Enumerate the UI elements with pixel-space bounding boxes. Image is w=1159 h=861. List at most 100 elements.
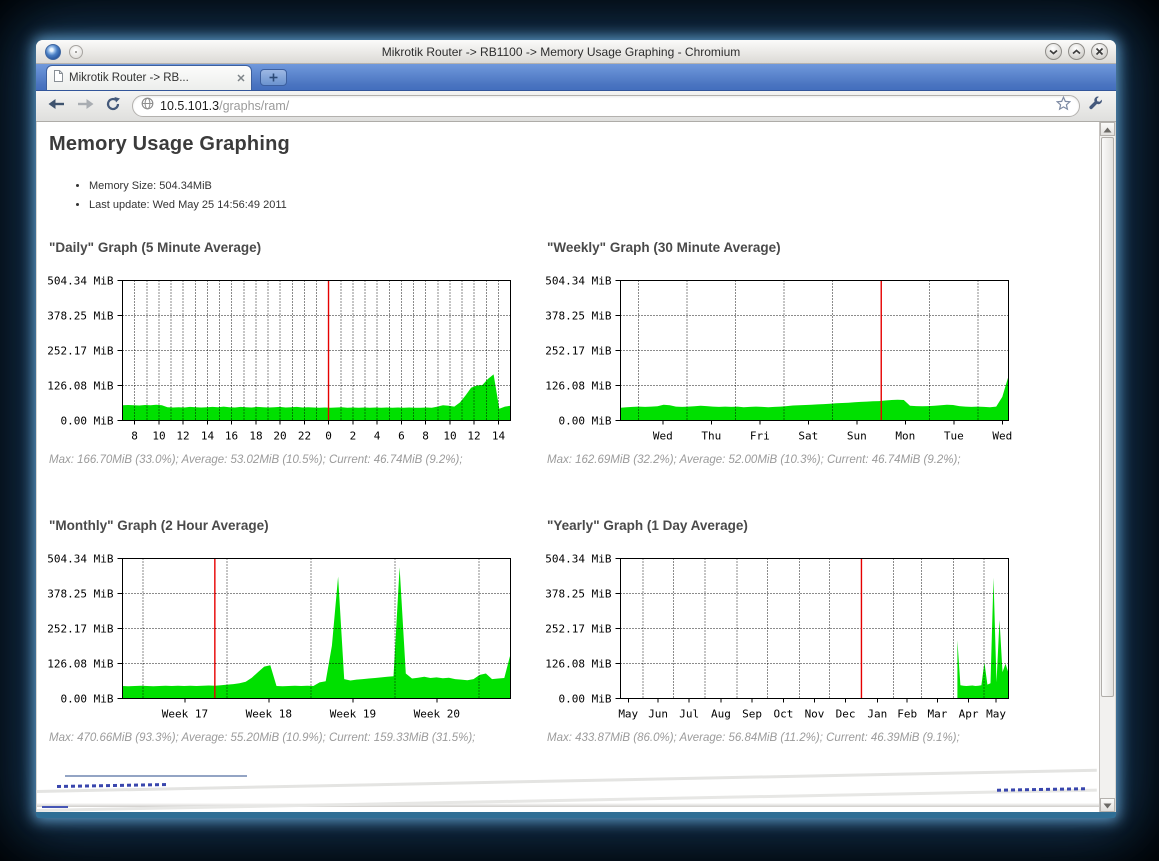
chevron-down-icon <box>1048 48 1059 56</box>
tab-close-icon[interactable] <box>237 69 245 87</box>
yearly-graph-title: "Yearly" Graph (1 Day Average) <box>547 518 748 533</box>
yearly-graph-plot: 504.34 MiB378.25 MiB252.17 MiB126.08 MiB… <box>538 546 1038 734</box>
svg-text:252.17 MiB: 252.17 MiB <box>47 623 114 636</box>
svg-text:14: 14 <box>201 430 215 443</box>
svg-text:126.08 MiB: 126.08 MiB <box>545 380 612 393</box>
render-artifact <box>65 775 247 777</box>
desktop: Mikrotik Router -> RB1100 -> Memory Usag… <box>0 0 1159 861</box>
weekly-graph-stats: Max: 162.69MiB (32.2%); Average: 52.00Mi… <box>547 454 961 466</box>
weekly-graph-title: "Weekly" Graph (30 Minute Average) <box>547 240 781 255</box>
new-tab-button[interactable] <box>260 69 287 86</box>
svg-text:2: 2 <box>350 430 357 443</box>
svg-text:Week 20: Week 20 <box>414 708 460 721</box>
arrow-down-icon <box>1103 796 1112 814</box>
globe-icon <box>141 97 154 115</box>
svg-text:126.08 MiB: 126.08 MiB <box>47 658 114 671</box>
window-menu-button[interactable] <box>69 45 83 59</box>
svg-text:Sun: Sun <box>847 430 867 443</box>
navigation-toolbar: 10.5.101.3/graphs/ram/ <box>36 91 1116 122</box>
page-title: Memory Usage Graphing <box>49 133 290 156</box>
svg-text:Week 18: Week 18 <box>246 708 292 721</box>
daily-graph-section: "Daily" Graph (5 Minute Average) 504.34 … <box>49 240 554 495</box>
title-bar[interactable]: Mikrotik Router -> RB1100 -> Memory Usag… <box>36 40 1116 64</box>
forward-button[interactable] <box>72 94 98 118</box>
vertical-scrollbar[interactable] <box>1099 122 1115 812</box>
minimize-button[interactable] <box>1045 43 1062 60</box>
svg-text:Tue: Tue <box>944 430 964 443</box>
svg-text:0: 0 <box>325 430 332 443</box>
url-text[interactable]: 10.5.101.3/graphs/ram/ <box>160 99 1056 113</box>
chromium-logo-icon <box>45 44 61 60</box>
render-artifact <box>37 789 1097 812</box>
reload-icon <box>105 96 121 117</box>
svg-text:Week 19: Week 19 <box>330 708 376 721</box>
tab-mikrotik[interactable]: Mikrotik Router -> RB... <box>46 65 252 90</box>
svg-text:504.34 MiB: 504.34 MiB <box>545 275 612 288</box>
svg-text:Fri: Fri <box>750 430 770 443</box>
scroll-up-button[interactable] <box>1100 122 1115 136</box>
daily-graph-title: "Daily" Graph (5 Minute Average) <box>49 240 261 255</box>
wrench-menu-button[interactable] <box>1082 94 1108 118</box>
svg-text:378.25 MiB: 378.25 MiB <box>47 310 114 323</box>
svg-text:126.08 MiB: 126.08 MiB <box>545 658 612 671</box>
svg-text:Jun: Jun <box>648 708 668 721</box>
svg-text:378.25 MiB: 378.25 MiB <box>545 588 612 601</box>
tab-title: Mikrotik Router -> RB... <box>69 72 232 84</box>
svg-text:0.00 MiB: 0.00 MiB <box>61 415 114 428</box>
svg-text:10: 10 <box>152 430 165 443</box>
svg-text:Sep: Sep <box>742 708 762 721</box>
svg-text:0.00 MiB: 0.00 MiB <box>559 415 612 428</box>
svg-text:4: 4 <box>374 430 381 443</box>
svg-text:Mon: Mon <box>895 430 915 443</box>
svg-text:Sat: Sat <box>798 430 818 443</box>
monthly-graph-title: "Monthly" Graph (2 Hour Average) <box>49 518 269 533</box>
svg-text:0.00 MiB: 0.00 MiB <box>61 693 114 706</box>
page-content: Memory Usage Graphing Memory Size: 504.3… <box>37 122 1115 812</box>
bookmark-star-icon[interactable] <box>1056 96 1071 116</box>
svg-text:252.17 MiB: 252.17 MiB <box>47 345 114 358</box>
svg-text:Feb: Feb <box>897 708 917 721</box>
svg-text:Thu: Thu <box>701 430 721 443</box>
window-title: Mikrotik Router -> RB1100 -> Memory Usag… <box>96 40 1026 64</box>
chevron-up-icon <box>1071 48 1082 56</box>
svg-text:252.17 MiB: 252.17 MiB <box>545 345 612 358</box>
svg-text:16: 16 <box>225 430 238 443</box>
svg-text:Nov: Nov <box>805 708 825 721</box>
svg-text:Dec: Dec <box>836 708 856 721</box>
svg-text:18: 18 <box>249 430 262 443</box>
page-icon <box>53 69 64 88</box>
wrench-icon <box>1087 95 1104 117</box>
svg-text:8: 8 <box>422 430 429 443</box>
svg-text:22: 22 <box>298 430 311 443</box>
render-artifact <box>42 806 68 808</box>
svg-text:12: 12 <box>467 430 480 443</box>
reload-button[interactable] <box>100 94 126 118</box>
url-host: 10.5.101.3 <box>160 99 219 113</box>
svg-text:10: 10 <box>443 430 456 443</box>
monthly-graph-section: "Monthly" Graph (2 Hour Average) 504.34 … <box>49 518 554 773</box>
arrow-right-icon <box>76 97 94 116</box>
yearly-graph-section: "Yearly" Graph (1 Day Average) 504.34 Mi… <box>547 518 1052 773</box>
plus-icon <box>269 69 278 87</box>
svg-text:Mar: Mar <box>928 708 948 721</box>
url-path: /graphs/ram/ <box>219 99 289 113</box>
svg-text:May: May <box>986 708 1006 721</box>
weekly-graph-plot: 504.34 MiB378.25 MiB252.17 MiB126.08 MiB… <box>538 268 1038 456</box>
info-list: Memory Size: 504.34MiB Last update: Wed … <box>89 177 287 215</box>
back-button[interactable] <box>44 94 70 118</box>
svg-text:Aug: Aug <box>711 708 731 721</box>
url-bar[interactable]: 10.5.101.3/graphs/ram/ <box>132 95 1080 117</box>
svg-text:504.34 MiB: 504.34 MiB <box>545 553 612 566</box>
svg-text:8: 8 <box>131 430 138 443</box>
scrollbar-thumb[interactable] <box>1101 137 1114 697</box>
svg-text:504.34 MiB: 504.34 MiB <box>47 553 114 566</box>
scroll-down-button[interactable] <box>1100 798 1115 812</box>
svg-text:14: 14 <box>492 430 506 443</box>
svg-text:378.25 MiB: 378.25 MiB <box>47 588 114 601</box>
browser-window: Mikrotik Router -> RB1100 -> Memory Usag… <box>36 40 1116 818</box>
memory-size-item: Memory Size: 504.34MiB <box>89 177 287 196</box>
svg-text:Jan: Jan <box>867 708 887 721</box>
close-button[interactable] <box>1091 43 1108 60</box>
svg-text:Apr: Apr <box>959 708 979 721</box>
maximize-button[interactable] <box>1068 43 1085 60</box>
